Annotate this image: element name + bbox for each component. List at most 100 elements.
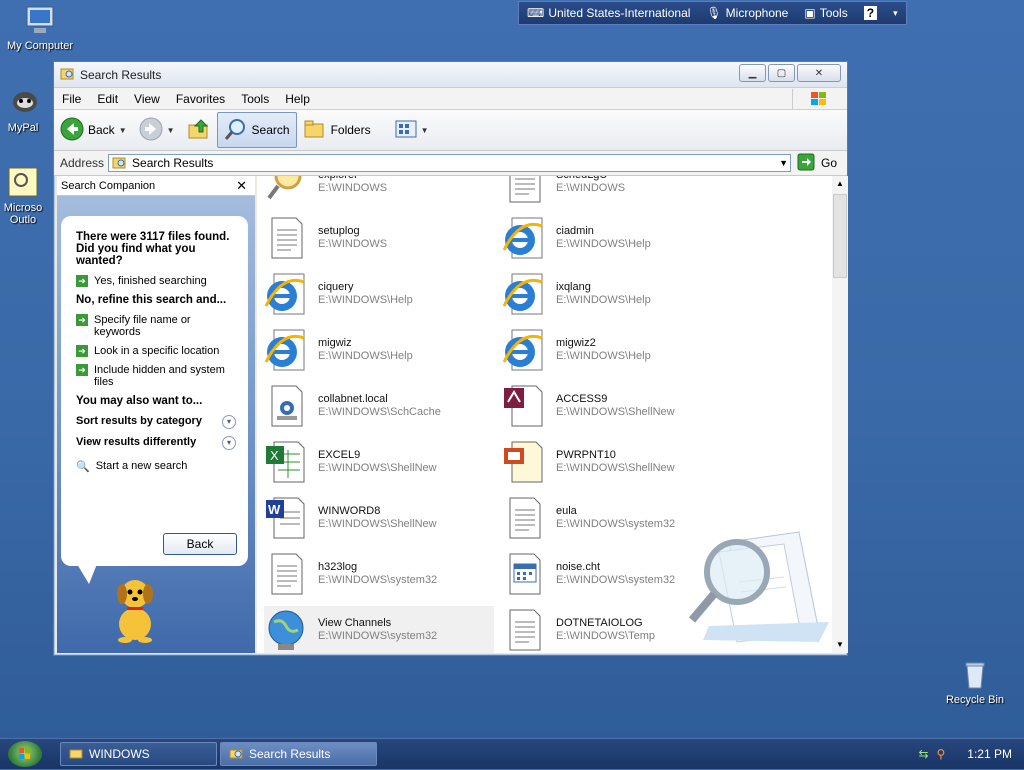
new-search-link[interactable]: 🔍 Start a new search: [76, 460, 236, 473]
go-button[interactable]: Go: [797, 153, 837, 174]
microphone-button[interactable]: 🎙 Microphone: [698, 2, 796, 24]
scroll-down-arrow-icon[interactable]: ▼: [832, 637, 848, 653]
result-name: DOTNETAIOLOG: [556, 617, 643, 629]
desktop-icon-my-computer[interactable]: My Computer: [0, 4, 80, 52]
menu-edit[interactable]: Edit: [89, 92, 126, 106]
go-label: Go: [821, 156, 838, 170]
maximize-button[interactable]: ▢: [768, 64, 795, 82]
task-search-results[interactable]: Search Results: [220, 742, 377, 766]
result-item[interactable]: X EXCEL9 E:\WINDOWS\ShellNew: [264, 438, 437, 486]
menu-help[interactable]: Help: [277, 92, 318, 106]
result-name: collabnet.local: [318, 393, 388, 405]
search-folder-icon: [112, 155, 126, 172]
title-bar[interactable]: Search Results ▁ ▢ ✕: [54, 62, 847, 88]
taskbar: WINDOWS Search Results ⇆ ⚲ 1:21 PM: [0, 738, 1024, 769]
search-button[interactable]: Search: [216, 112, 297, 148]
search-tray-icon[interactable]: ⚲: [937, 747, 946, 761]
task-windows[interactable]: WINDOWS: [60, 742, 217, 766]
desktop-icon-label: Recycle Bin: [945, 694, 1005, 706]
view-results-link[interactable]: View results differently ▾: [76, 436, 236, 450]
minimize-icon: ▁: [748, 67, 757, 79]
menu-view[interactable]: View: [126, 92, 168, 106]
menu-tools[interactable]: Tools: [233, 92, 277, 106]
result-path: E:\WINDOWS\SchCache: [318, 406, 441, 418]
desktop-icon-recycle-bin[interactable]: Recycle Bin: [935, 658, 1015, 706]
back-button[interactable]: Back ▼: [54, 113, 133, 147]
search-dog-icon[interactable]: [107, 574, 163, 647]
specify-file-name-label: Specify file name or keywords: [94, 314, 191, 338]
result-item[interactable]: migwiz E:\WINDOWS\Help: [264, 326, 413, 374]
forward-arrow-icon: [139, 117, 163, 144]
views-icon: [395, 120, 417, 141]
result-item[interactable]: SchedLgUE:\WINDOWS: [502, 176, 625, 206]
result-name: ACCESS9: [556, 393, 608, 405]
tools-button[interactable]: ▣ Tools: [796, 2, 855, 24]
views-button[interactable]: ▼: [389, 113, 435, 147]
refine-heading: No, refine this search and...: [76, 294, 227, 306]
powerpoint-icon: [502, 440, 546, 484]
start-button[interactable]: [8, 741, 42, 767]
result-item[interactable]: View Channels E:\WINDOWS\system32: [264, 606, 494, 653]
result-item[interactable]: explorerE:\WINDOWS: [264, 176, 387, 206]
result-name: ciquery: [318, 281, 354, 293]
result-item[interactable]: noise.cht E:\WINDOWS\system32: [502, 550, 675, 598]
word-icon: W: [264, 496, 308, 540]
vertical-scrollbar[interactable]: ▲ ▼: [832, 176, 848, 653]
result-item[interactable]: ciquery E:\WINDOWS\Help: [264, 270, 413, 318]
folder-icon: [69, 747, 83, 762]
also-heading: You may also want to...: [76, 395, 203, 407]
network-icon[interactable]: ⇆: [918, 747, 928, 761]
result-item[interactable]: migwiz2 E:\WINDOWS\Help: [502, 326, 651, 374]
companion-back-button[interactable]: Back: [163, 533, 237, 555]
close-icon[interactable]: ✕: [236, 178, 247, 194]
result-item[interactable]: eula E:\WINDOWS\system32: [502, 494, 675, 542]
clock[interactable]: 1:21 PM: [967, 747, 1012, 761]
bubble-tail: [77, 564, 97, 584]
result-path: E:\WINDOWS\Help: [318, 350, 413, 362]
search-watermark-icon: [688, 522, 834, 650]
up-folder-button[interactable]: [181, 113, 217, 147]
chevron-down-icon[interactable]: ▼: [779, 158, 788, 168]
forward-button[interactable]: ▼: [133, 113, 181, 147]
folders-button[interactable]: Folders: [297, 113, 377, 147]
result-item[interactable]: h323log E:\WINDOWS\system32: [264, 550, 437, 598]
result-item[interactable]: ACCESS9 E:\WINDOWS\ShellNew: [502, 382, 675, 430]
minimize-button[interactable]: ▁: [739, 64, 766, 82]
menu-file[interactable]: File: [54, 92, 89, 106]
address-label: Address: [60, 156, 105, 170]
sort-results-link[interactable]: Sort results by category ▾: [76, 415, 236, 429]
hidden-system-files-link[interactable]: ➜ Include hidden and system files: [76, 364, 236, 388]
access-icon: [502, 384, 546, 428]
result-name: ixqlang: [556, 281, 591, 293]
sort-results-label: Sort results by category: [76, 415, 202, 427]
result-item[interactable]: DOTNETAIOLOG E:\WINDOWS\Temp: [502, 606, 655, 653]
result-item[interactable]: setuplog E:\WINDOWS: [264, 214, 387, 262]
result-item[interactable]: PWRPNT10 E:\WINDOWS\ShellNew: [502, 438, 675, 486]
search-label: Search: [251, 123, 290, 137]
go-arrow-icon: [797, 153, 815, 174]
result-item[interactable]: W WINWORD8 E:\WINDOWS\ShellNew: [264, 494, 437, 542]
green-arrow-icon: ➜: [76, 345, 88, 357]
back-arrow-icon: [60, 117, 84, 144]
search-icon: [224, 117, 248, 144]
help-button[interactable]: ?: [856, 2, 885, 24]
language-selector[interactable]: ⌨ United States-International: [519, 2, 698, 24]
finished-searching-link[interactable]: ➜ Yes, finished searching: [76, 275, 236, 287]
scroll-up-arrow-icon[interactable]: ▲: [832, 176, 848, 192]
result-name: View Channels: [318, 617, 392, 629]
desktop-icon-outlook[interactable]: Microso Outlo: [0, 166, 54, 226]
address-input[interactable]: Search Results ▼: [108, 154, 792, 172]
scrollbar-thumb[interactable]: [833, 194, 847, 278]
specific-location-link[interactable]: ➜ Look in a specific location: [76, 345, 236, 357]
result-item[interactable]: ciadmin E:\WINDOWS\Help: [502, 214, 651, 262]
result-path: E:\WINDOWS\ShellNew: [556, 406, 675, 418]
result-item[interactable]: collabnet.local E:\WINDOWS\SchCache: [264, 382, 441, 430]
specify-file-name-link[interactable]: ➜ Specify file name or keywords: [76, 314, 236, 338]
menu-favorites[interactable]: Favorites: [168, 92, 233, 106]
address-value: Search Results: [132, 156, 214, 170]
text-file-icon: [502, 176, 546, 204]
result-item[interactable]: ixqlang E:\WINDOWS\Help: [502, 270, 651, 318]
desktop-icon-mypal[interactable]: MyPal: [0, 86, 54, 134]
close-button[interactable]: ✕: [797, 64, 841, 82]
langbar-options-button[interactable]: ▾: [885, 2, 906, 24]
